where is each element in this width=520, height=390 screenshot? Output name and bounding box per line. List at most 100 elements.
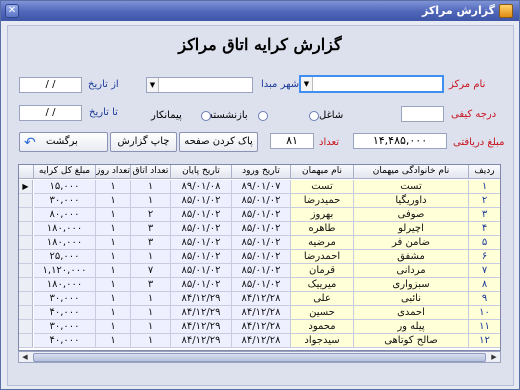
table-cell[interactable]: ۱ bbox=[96, 208, 131, 222]
to-date-field[interactable]: / / bbox=[19, 105, 82, 121]
print-button[interactable]: چاپ گزارش bbox=[110, 132, 177, 152]
table-cell[interactable]: ۱ bbox=[96, 222, 131, 236]
table-cell[interactable]: ۱ bbox=[96, 250, 131, 264]
table-cell[interactable]: ۳ bbox=[131, 222, 171, 236]
table-cell[interactable]: ۹ bbox=[469, 292, 500, 306]
table-cell[interactable]: ۱۰ bbox=[469, 306, 500, 320]
row-indicator[interactable] bbox=[19, 250, 33, 264]
row-indicator[interactable] bbox=[19, 236, 33, 250]
results-grid[interactable]: ردیف نام خانوادگی میهمان نام میهمان تاریخ و… bbox=[18, 164, 501, 351]
table-cell[interactable]: احمدرضا bbox=[291, 250, 354, 264]
table-cell[interactable]: ۳۰,۰۰۰ bbox=[34, 194, 96, 208]
col-end-date-header[interactable]: تاریخ پایان bbox=[171, 165, 232, 179]
close-icon[interactable]: ✕ bbox=[5, 4, 19, 18]
clear-button[interactable]: پاک کردن صفحه bbox=[179, 132, 258, 152]
table-cell[interactable]: ۱ bbox=[131, 250, 171, 264]
table-cell[interactable]: ۱ bbox=[96, 278, 131, 292]
table-cell[interactable]: ۸۵/۰۱/۰۲ bbox=[232, 208, 291, 222]
table-cell[interactable]: ۱۸۰,۰۰۰ bbox=[34, 222, 96, 236]
table-cell[interactable]: ۳ bbox=[131, 236, 171, 250]
table-cell[interactable]: ۸۵/۰۱/۰۲ bbox=[171, 278, 232, 292]
table-cell[interactable]: ۲ bbox=[469, 194, 500, 208]
table-cell[interactable]: ۸۴/۱۲/۲۹ bbox=[171, 320, 232, 334]
table-cell[interactable]: ۴ bbox=[469, 222, 500, 236]
scroll-thumb[interactable] bbox=[33, 353, 486, 362]
scroll-left-icon[interactable]: ◀ bbox=[19, 352, 31, 362]
from-date-field[interactable]: / / bbox=[19, 77, 82, 93]
row-indicator[interactable] bbox=[19, 278, 33, 292]
table-cell[interactable]: ۲ bbox=[131, 208, 171, 222]
table-cell[interactable]: میرییک bbox=[291, 278, 354, 292]
row-indicator[interactable] bbox=[19, 334, 33, 348]
table-cell[interactable]: تست bbox=[291, 180, 354, 194]
table-cell[interactable]: ۱ bbox=[96, 292, 131, 306]
table-cell[interactable]: ۳۰,۰۰۰ bbox=[34, 320, 96, 334]
table-cell[interactable]: صالح کوتاهی bbox=[354, 334, 469, 348]
table-cell[interactable]: ۱ bbox=[96, 334, 131, 348]
table-cell[interactable]: ۸۴/۱۲/۲۸ bbox=[232, 334, 291, 348]
table-cell[interactable]: ۸۵/۰۱/۰۲ bbox=[232, 264, 291, 278]
table-cell[interactable]: ۸۴/۱۲/۲۸ bbox=[232, 306, 291, 320]
row-indicator[interactable] bbox=[19, 306, 33, 320]
table-cell[interactable]: حمیدرضا bbox=[291, 194, 354, 208]
table-cell[interactable]: ۱۵,۰۰۰ bbox=[34, 180, 96, 194]
row-indicator[interactable] bbox=[19, 320, 33, 334]
table-cell[interactable]: ۸۵/۰۱/۰۲ bbox=[171, 264, 232, 278]
table-cell[interactable]: علی bbox=[291, 292, 354, 306]
table-cell[interactable]: داوریگیا bbox=[354, 194, 469, 208]
row-indicator[interactable] bbox=[19, 208, 33, 222]
table-cell[interactable]: نائبی bbox=[354, 292, 469, 306]
table-cell[interactable]: ۱۸۰,۰۰۰ bbox=[34, 236, 96, 250]
table-cell[interactable]: ۱ bbox=[131, 306, 171, 320]
row-indicator[interactable] bbox=[19, 222, 33, 236]
col-entry-date-header[interactable]: تاریخ ورود bbox=[232, 165, 291, 179]
table-cell[interactable]: ۱ bbox=[96, 320, 131, 334]
table-cell[interactable]: ۳۰,۰۰۰ bbox=[34, 292, 96, 306]
table-cell[interactable]: ۴۰,۰۰۰ bbox=[34, 334, 96, 348]
table-cell[interactable]: پیله ور bbox=[354, 320, 469, 334]
table-cell[interactable]: صوفی bbox=[354, 208, 469, 222]
table-cell[interactable]: تست bbox=[354, 180, 469, 194]
table-cell[interactable]: ۴۰,۰۰۰ bbox=[34, 306, 96, 320]
table-cell[interactable]: ۷ bbox=[131, 264, 171, 278]
table-cell[interactable]: ۳ bbox=[131, 278, 171, 292]
center-combo[interactable]: ▼ bbox=[299, 75, 444, 93]
table-cell[interactable]: ۸۵/۰۱/۰۲ bbox=[171, 208, 232, 222]
table-cell[interactable]: مشفق bbox=[354, 250, 469, 264]
origin-city-dropdown-icon[interactable]: ▼ bbox=[147, 78, 159, 92]
row-indicator[interactable]: ▶ bbox=[19, 180, 33, 194]
table-cell[interactable]: ۶ bbox=[469, 250, 500, 264]
table-cell[interactable]: ۸۴/۱۲/۲۹ bbox=[171, 306, 232, 320]
table-cell[interactable]: ۸۵/۰۱/۰۲ bbox=[232, 222, 291, 236]
table-cell[interactable]: ۱۸۰,۰۰۰ bbox=[34, 278, 96, 292]
table-cell[interactable]: ۱ bbox=[131, 194, 171, 208]
table-cell[interactable]: ۱ bbox=[131, 320, 171, 334]
col-room-count-header[interactable]: تعداد اتاق bbox=[131, 165, 171, 179]
table-cell[interactable]: ۱ bbox=[131, 180, 171, 194]
col-row-number-header[interactable]: ردیف bbox=[469, 165, 500, 179]
table-cell[interactable]: ۸۴/۱۲/۲۸ bbox=[232, 320, 291, 334]
col-last-name-header[interactable]: نام خانوادگی میهمان bbox=[354, 165, 469, 179]
table-cell[interactable]: احمدی bbox=[354, 306, 469, 320]
table-cell[interactable]: قرمان bbox=[291, 264, 354, 278]
table-cell[interactable]: ۸۴/۱۲/۲۹ bbox=[171, 292, 232, 306]
table-cell[interactable]: طاهره bbox=[291, 222, 354, 236]
col-total-rent-header[interactable]: مبلغ کل کرایه bbox=[34, 165, 96, 179]
table-cell[interactable]: بهروز bbox=[291, 208, 354, 222]
table-cell[interactable]: ۸۹/۰۱/۰۸ bbox=[171, 180, 232, 194]
table-cell[interactable]: ۲۵,۰۰۰ bbox=[34, 250, 96, 264]
quality-field[interactable] bbox=[401, 106, 444, 122]
origin-city-combo[interactable]: ▼ bbox=[146, 77, 253, 93]
table-cell[interactable]: مرضیه bbox=[291, 236, 354, 250]
table-cell[interactable]: ۱۱ bbox=[469, 320, 500, 334]
table-cell[interactable]: ۸۵/۰۱/۰۲ bbox=[171, 222, 232, 236]
table-cell[interactable]: ۳ bbox=[469, 208, 500, 222]
table-cell[interactable]: ۸۹/۰۱/۰۷ bbox=[232, 180, 291, 194]
table-cell[interactable]: ۸۵/۰۱/۰۲ bbox=[232, 250, 291, 264]
table-cell[interactable]: ۸۴/۱۲/۲۹ bbox=[171, 334, 232, 348]
col-day-count-header[interactable]: تعداد روز bbox=[96, 165, 131, 179]
table-cell[interactable]: ۱۲ bbox=[469, 334, 500, 348]
back-button[interactable]: ↶ برگشت bbox=[19, 132, 108, 152]
center-dropdown-icon[interactable]: ▼ bbox=[301, 77, 313, 91]
radio-retired[interactable] bbox=[258, 111, 268, 121]
